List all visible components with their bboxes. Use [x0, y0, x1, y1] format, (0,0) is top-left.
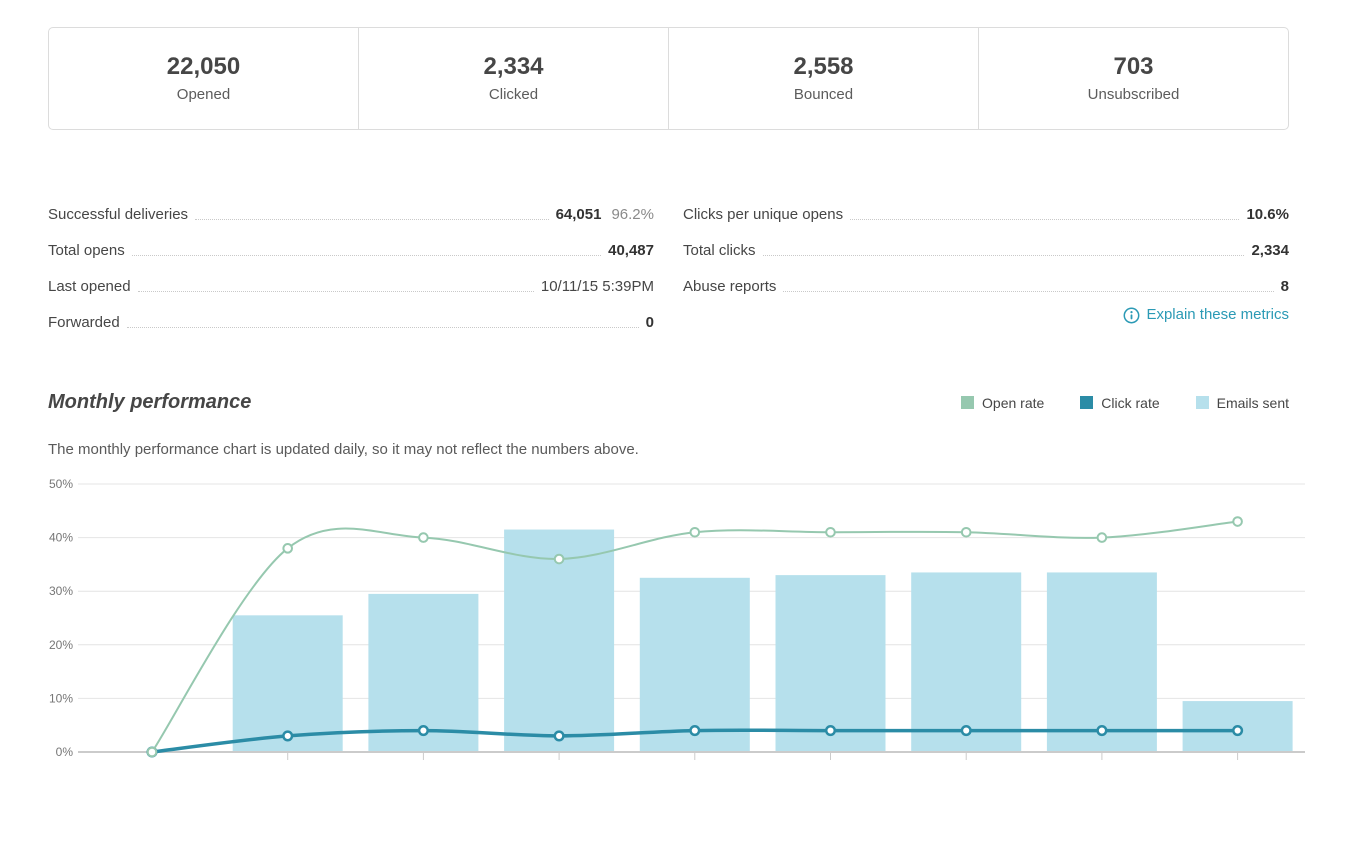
card-opened: 22,050 Opened	[49, 28, 358, 129]
legend-label: Emails sent	[1217, 395, 1289, 411]
explain-metrics-label: Explain these metrics	[1146, 305, 1289, 325]
metric-row-abuse-reports: Abuse reports 8	[683, 261, 1289, 297]
metrics-left-column: Successful deliveries 64,051 96.2% Total…	[48, 189, 654, 333]
metric-value: 8	[1281, 277, 1289, 297]
dotted-leader	[850, 219, 1239, 220]
opened-count: 22,050	[167, 54, 240, 80]
card-clicked: 2,334 Clicked	[358, 28, 668, 129]
metric-label: Last opened	[48, 277, 131, 297]
metric-label: Total opens	[48, 241, 125, 261]
metric-row-last-opened: Last opened 10/11/15 5:39PM	[48, 261, 654, 297]
card-unsubscribed: 703 Unsubscribed	[978, 28, 1288, 129]
svg-text:50%: 50%	[49, 477, 73, 491]
metric-row-forwarded: Forwarded 0	[48, 297, 654, 333]
chart-legend: Open rate Click rate Emails sent	[961, 395, 1289, 411]
card-bounced: 2,558 Bounced	[668, 28, 978, 129]
unsubscribed-count: 703	[1113, 54, 1153, 80]
clicked-count: 2,334	[483, 54, 543, 80]
svg-text:40%: 40%	[49, 531, 73, 545]
metric-label: Successful deliveries	[48, 205, 188, 225]
legend-item-click-rate: Click rate	[1080, 395, 1159, 411]
explain-metrics-row: Explain these metrics	[683, 297, 1289, 333]
legend-item-open-rate: Open rate	[961, 395, 1044, 411]
clicked-label: Clicked	[489, 86, 538, 103]
dotted-leader	[138, 291, 534, 292]
metric-row-clicks-per-unique-opens: Clicks per unique opens 10.6%	[683, 189, 1289, 225]
metrics-right-column: Clicks per unique opens 10.6% Total clic…	[683, 189, 1289, 333]
metric-row-total-clicks: Total clicks 2,334	[683, 225, 1289, 261]
metric-value: 40,487	[608, 241, 654, 261]
metric-row-total-opens: Total opens 40,487	[48, 225, 654, 261]
metric-value: 64,051	[556, 205, 602, 225]
legend-label: Click rate	[1101, 395, 1159, 411]
metric-value: 10.6%	[1246, 205, 1289, 225]
unsubscribed-label: Unsubscribed	[1088, 86, 1180, 103]
summary-cards: 22,050 Opened 2,334 Clicked 2,558 Bounce…	[48, 27, 1289, 130]
dotted-leader	[763, 255, 1245, 256]
open-rate-swatch-icon	[961, 396, 974, 409]
section-title: Monthly performance	[48, 391, 251, 414]
metric-value: 0	[646, 313, 654, 333]
dotted-leader	[783, 291, 1273, 292]
click-rate-swatch-icon	[1080, 396, 1093, 409]
campaign-report-page: 22,050 Opened 2,334 Clicked 2,558 Bounce…	[48, 27, 1289, 773]
metrics-section: Successful deliveries 64,051 96.2% Total…	[48, 189, 1289, 333]
metric-value: 2,334	[1251, 241, 1289, 261]
info-icon	[1123, 307, 1140, 324]
emails-sent-swatch-icon	[1196, 396, 1209, 409]
svg-text:10%: 10%	[49, 691, 73, 705]
dotted-leader	[127, 327, 639, 328]
monthly-performance-chart: 0% 10% 20% 30% 40% 50%	[48, 473, 1305, 773]
legend-item-emails-sent: Emails sent	[1196, 395, 1289, 411]
metric-row-successful-deliveries: Successful deliveries 64,051 96.2%	[48, 189, 654, 225]
bounced-label: Bounced	[794, 86, 853, 103]
metric-value: 10/11/15 5:39PM	[541, 277, 654, 297]
svg-text:30%: 30%	[49, 584, 73, 598]
svg-text:0%: 0%	[56, 745, 74, 759]
metric-label: Forwarded	[48, 313, 120, 333]
bounced-count: 2,558	[793, 54, 853, 80]
opened-label: Opened	[177, 86, 230, 103]
chart-description: The monthly performance chart is updated…	[48, 441, 1289, 458]
legend-label: Open rate	[982, 395, 1044, 411]
metric-extra-percent: 96.2%	[611, 205, 654, 225]
dotted-leader	[132, 255, 601, 256]
explain-metrics-link[interactable]: Explain these metrics	[1123, 305, 1289, 325]
dotted-leader	[195, 219, 549, 220]
metric-label: Clicks per unique opens	[683, 205, 843, 225]
monthly-performance-header: Monthly performance Open rate Click rate…	[48, 391, 1289, 414]
metric-label: Total clicks	[683, 241, 756, 261]
svg-text:20%: 20%	[49, 638, 73, 652]
metric-label: Abuse reports	[683, 277, 776, 297]
